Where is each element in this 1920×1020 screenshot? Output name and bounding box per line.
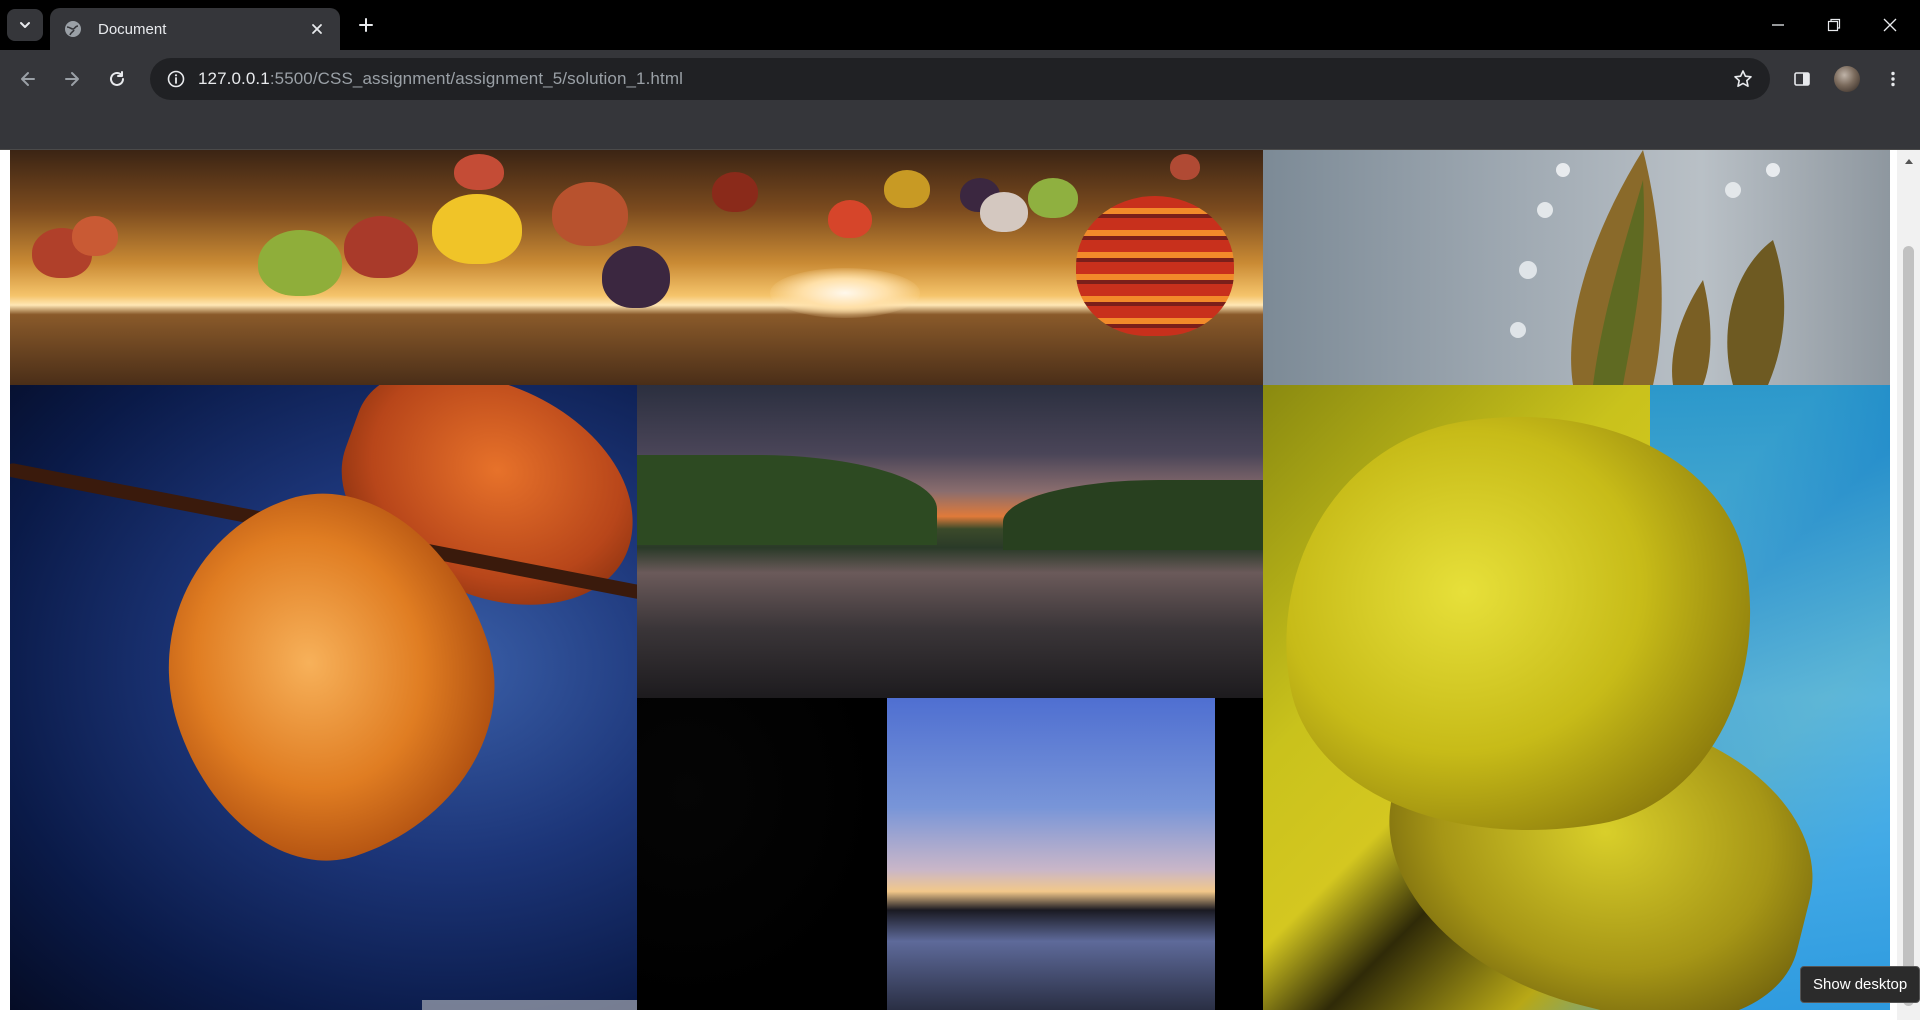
orange-autumn-leaf-image [10,385,637,1010]
restore-button[interactable] [1806,0,1862,50]
browser-toolbar: 127.0.0.1:5500/CSS_assignment/assignment… [0,50,1920,108]
forward-button[interactable] [56,63,88,95]
address-bar[interactable]: 127.0.0.1:5500/CSS_assignment/assignment… [150,58,1770,100]
info-icon[interactable] [154,58,198,100]
leaves-against-sky-image [1263,150,1890,385]
sun-glow [770,268,920,318]
show-desktop-tooltip: Show desktop [1800,966,1920,1003]
hill-shape [637,455,937,545]
balloon [258,230,342,296]
tab-strip: Document [0,0,1920,50]
balloon [552,182,628,246]
image-gallery [10,150,1890,1010]
restore-icon [1827,18,1841,32]
yellow-maple-leaves-image [1263,385,1890,1010]
balloon [454,154,504,190]
url-host: 127.0.0.1 [198,69,270,88]
tab-document[interactable]: Document [50,8,340,50]
scroll-up-arrow-icon[interactable] [1900,154,1917,168]
dusk-lake-image [637,698,1263,1010]
kebab-menu-icon[interactable] [1877,63,1909,95]
balloon [344,216,418,278]
scrollbar-thumb[interactable] [1903,246,1914,1006]
minimize-icon [1772,24,1784,26]
tree-silhouette [637,698,887,1010]
balloon [1028,178,1078,218]
balloon [1170,154,1200,180]
close-icon [1883,18,1897,32]
hot-air-balloons-image [10,150,1263,385]
back-button[interactable] [12,63,44,95]
tab-title: Document [98,20,167,38]
leaf-shapes [1510,150,1785,385]
close-icon[interactable] [306,18,328,40]
reload-icon [110,71,124,86]
balloon [432,194,522,264]
side-panel-icon[interactable] [1786,63,1818,95]
balloon [980,192,1028,232]
minimize-button[interactable] [1750,0,1806,50]
chevron-down-icon [20,22,30,28]
hill-shape [1003,480,1263,550]
page-viewport [0,150,1920,1020]
arrow-right-icon [65,72,79,86]
url-text[interactable]: 127.0.0.1:5500/CSS_assignment/assignment… [198,69,683,89]
balloon [712,172,758,212]
star-icon[interactable] [1732,68,1754,90]
balloon [884,170,930,208]
balloon [1076,196,1234,336]
reload-button[interactable] [101,63,133,95]
tab-search-button[interactable] [7,9,43,41]
url-path: :5500/CSS_assignment/assignment_5/soluti… [269,69,683,88]
watermark [422,1000,637,1010]
plus-icon [359,18,373,32]
bookmarks-bar [0,108,1920,150]
balloon [72,216,118,256]
window-close-button[interactable] [1862,0,1918,50]
new-tab-button[interactable] [352,11,380,39]
globe-icon [64,20,82,38]
avatar[interactable] [1834,66,1860,92]
balloon [828,200,872,238]
river-sunset-image [637,385,1263,698]
balloon [602,246,670,308]
arrow-left-icon [21,72,35,86]
